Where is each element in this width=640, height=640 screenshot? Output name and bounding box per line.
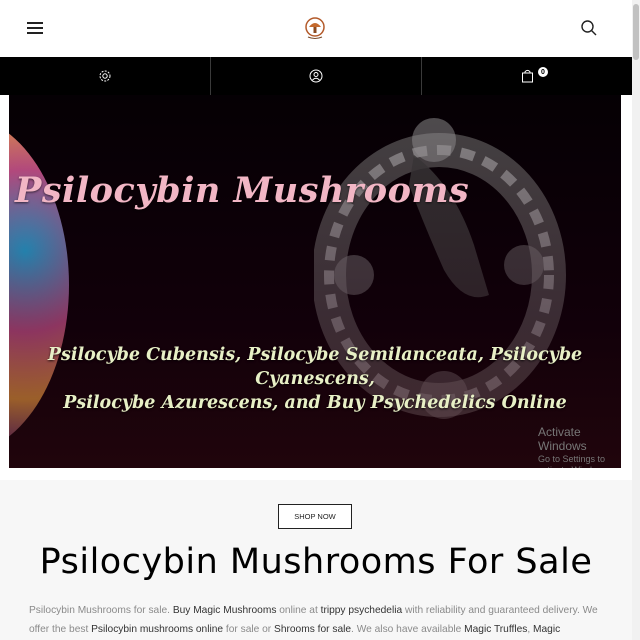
shop-now-button[interactable]: SHOP NOW xyxy=(278,504,352,529)
intro-link[interactable]: Magic xyxy=(533,624,560,635)
intro-text: for sale or xyxy=(223,624,275,635)
page-scrollbar[interactable] xyxy=(632,0,640,640)
gear-icon xyxy=(99,70,111,82)
section-heading: Psilocybin Mushrooms For Sale xyxy=(39,542,593,582)
cart-count-badge: 0 xyxy=(538,67,548,77)
account-button[interactable] xyxy=(211,57,422,95)
hero-title: Psilocybin Mushrooms xyxy=(15,170,470,211)
hero-subtitle-line-2: Psilocybe Azurescens, and Buy Psychedeli… xyxy=(63,393,567,413)
intro-text: online at xyxy=(276,605,321,616)
content-section: SHOP NOW Psilocybin Mushrooms For Sale P… xyxy=(0,480,632,640)
scrollbar-thumb[interactable] xyxy=(633,4,639,60)
intro-link[interactable]: Buy Magic Mushrooms xyxy=(173,605,277,616)
intro-paragraph: Psilocybin Mushrooms for sale. Buy Magic… xyxy=(29,601,609,639)
hamburger-menu-icon[interactable] xyxy=(27,22,43,36)
shopping-bag-icon xyxy=(521,69,533,83)
settings-button[interactable] xyxy=(0,57,211,95)
cart-button[interactable]: 0 xyxy=(422,57,632,95)
intro-text: Psilocybin Mushrooms for sale. xyxy=(29,605,173,616)
activate-windows-watermark: Activate Windows Go to Settings to activ… xyxy=(538,425,621,468)
mushroom-logo-icon[interactable] xyxy=(303,15,327,41)
hero-subtitle: Psilocybe Cubensis, Psilocybe Semilancea… xyxy=(9,343,621,415)
watermark-title: Activate Windows xyxy=(538,425,587,454)
search-icon[interactable] xyxy=(580,19,598,37)
intro-text: . We also have available xyxy=(351,624,465,635)
hero-banner: Psilocybin Mushrooms Psilocybe Cubensis,… xyxy=(9,95,621,468)
intro-link[interactable]: trippy psychedelia xyxy=(321,605,403,616)
account-toolbar: 0 xyxy=(0,57,632,95)
intro-link[interactable]: Magic Truffles xyxy=(464,624,527,635)
hero-subtitle-line-1: Psilocybe Cubensis, Psilocybe Semilancea… xyxy=(47,345,583,389)
user-icon xyxy=(309,69,323,83)
watermark-subtitle: Go to Settings to activate Windows. xyxy=(538,453,611,468)
site-header xyxy=(0,0,632,58)
intro-link[interactable]: Shrooms for sale xyxy=(274,624,351,635)
intro-link[interactable]: Psilocybin mushrooms online xyxy=(91,624,223,635)
